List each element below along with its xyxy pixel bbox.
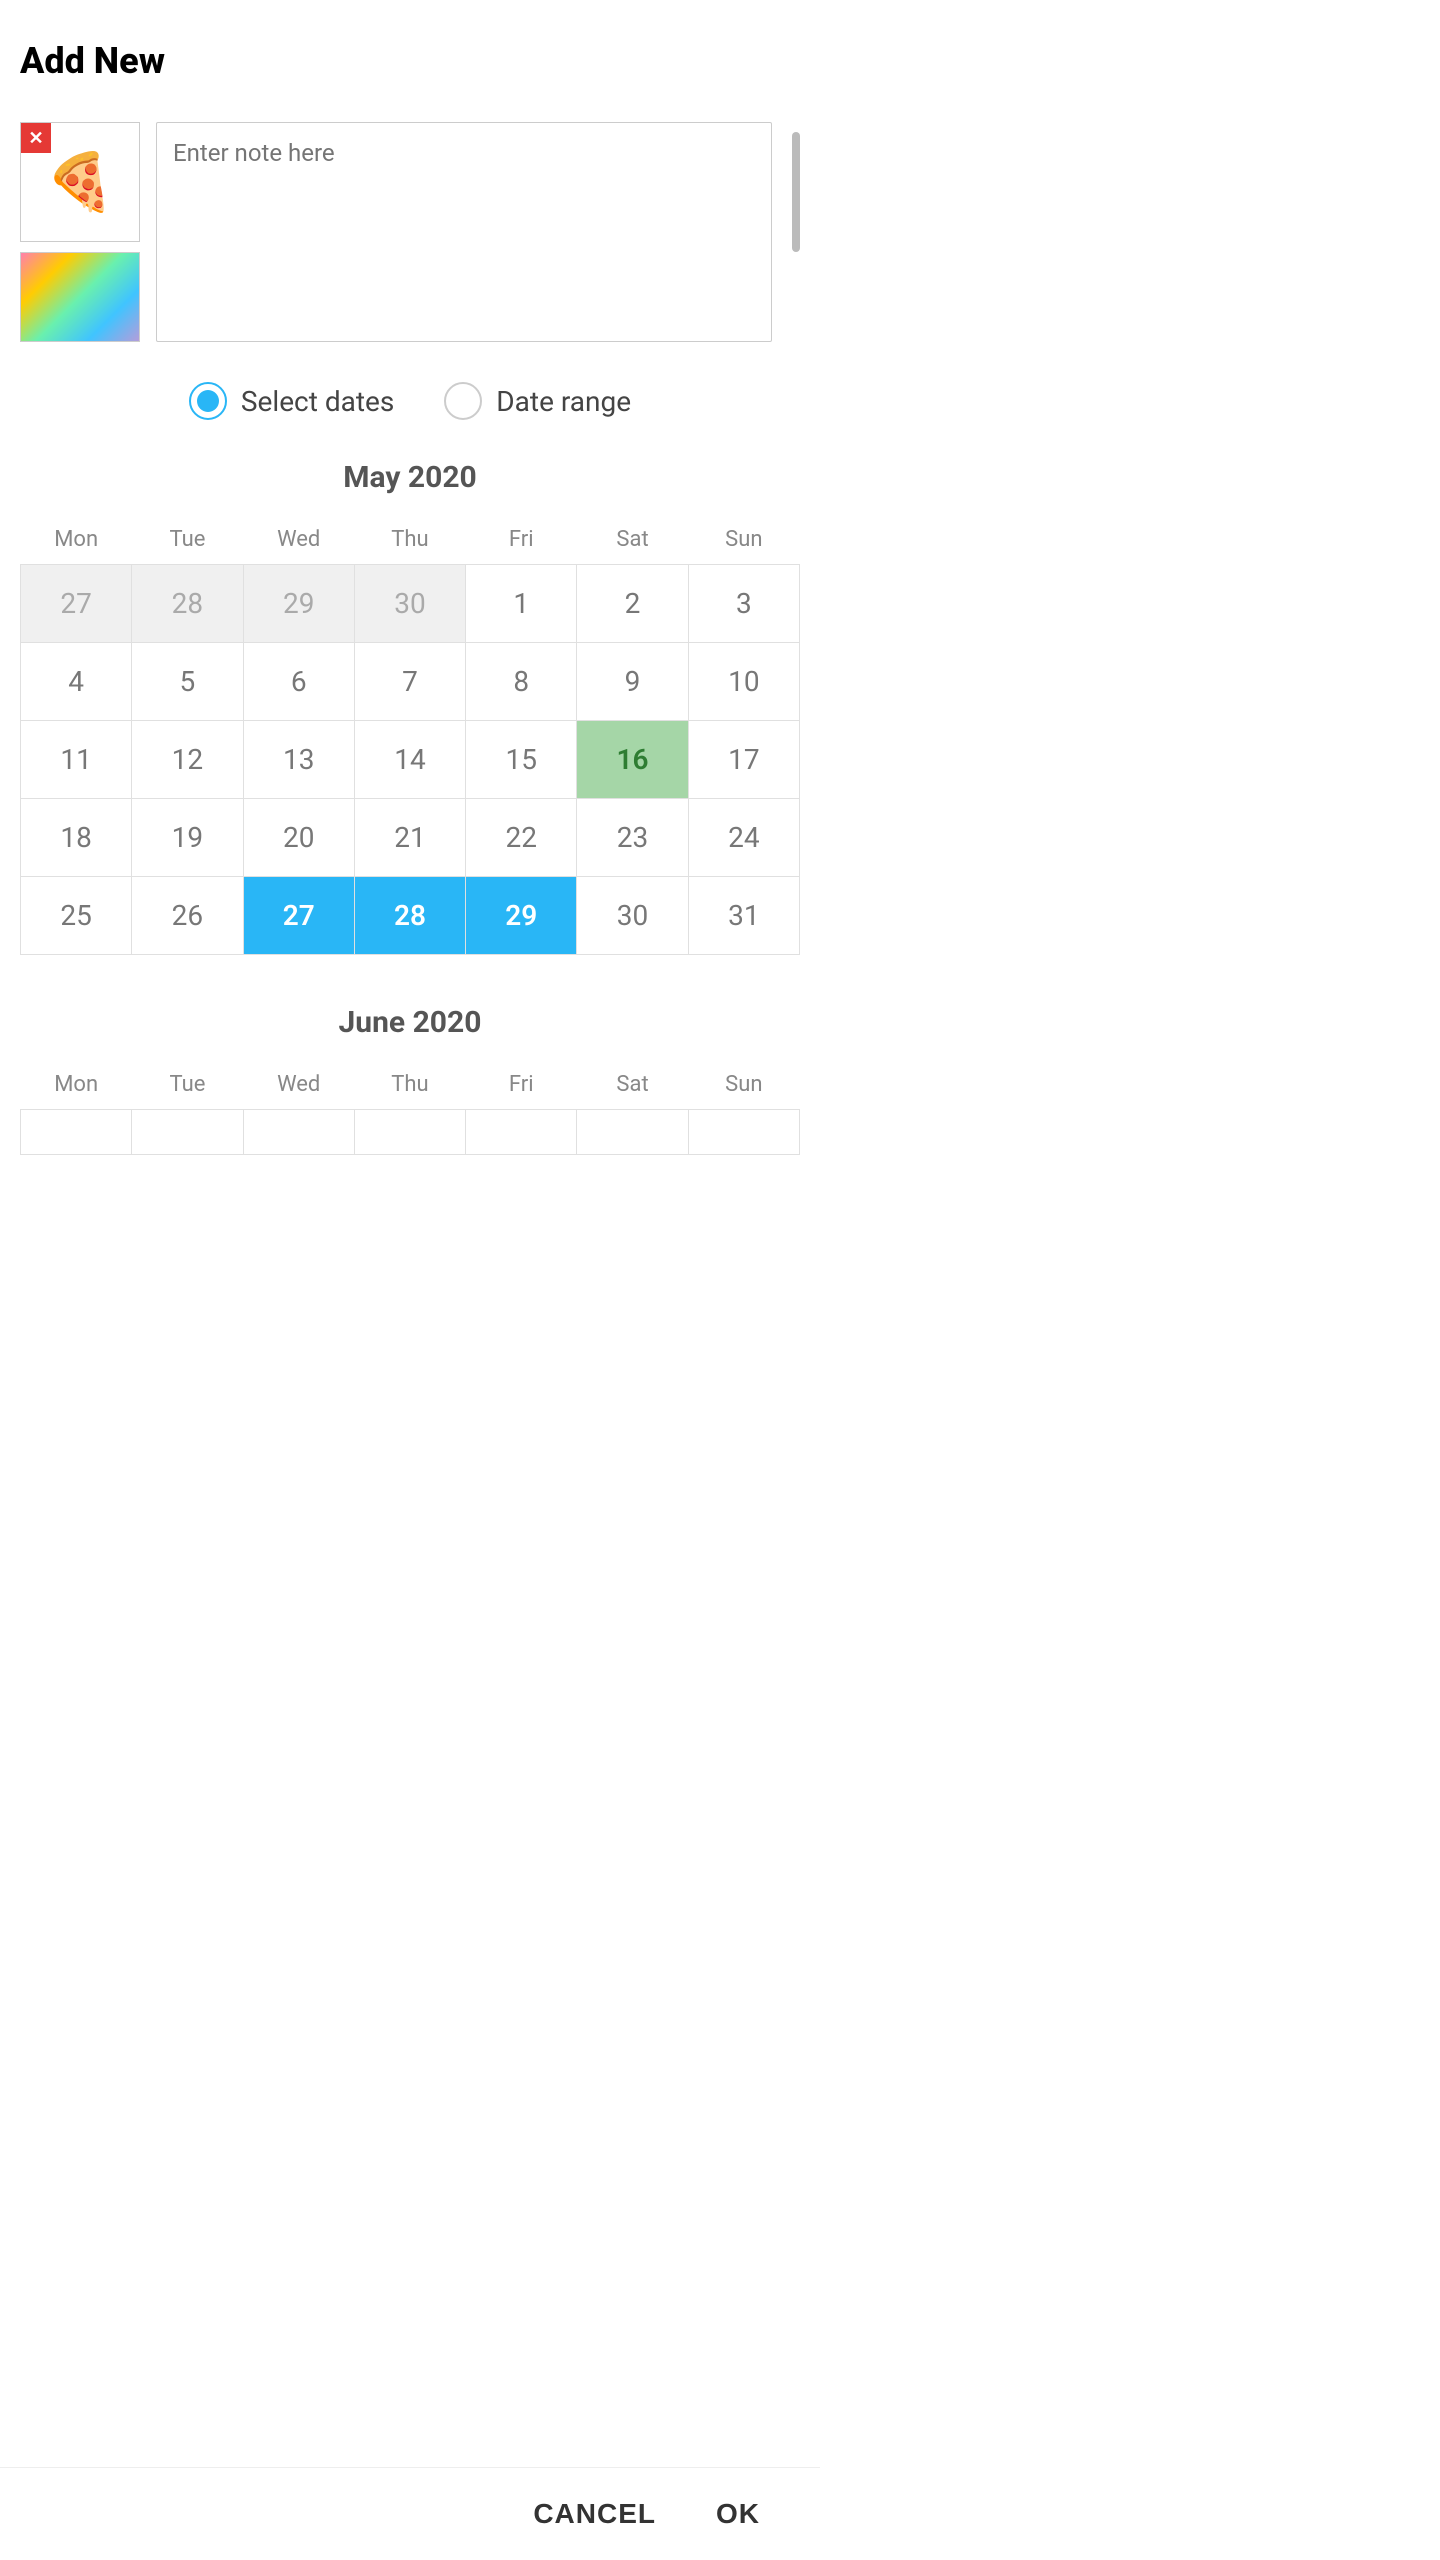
calendar-day-cell[interactable]: 12: [132, 721, 243, 799]
weekday-label: Tue: [132, 1060, 243, 1110]
color-swatch[interactable]: [20, 252, 140, 342]
june-cell[interactable]: [21, 1110, 132, 1155]
calendar-day-cell[interactable]: 29: [466, 877, 577, 955]
weekday-header-june: MonTueWedThuFriSatSun: [21, 1060, 800, 1110]
calendar-day-cell[interactable]: 10: [688, 643, 799, 721]
calendar-day-cell[interactable]: 6: [243, 643, 354, 721]
calendar-day-cell[interactable]: 5: [132, 643, 243, 721]
calendar-day-cell[interactable]: 13: [243, 721, 354, 799]
june-cell[interactable]: [132, 1110, 243, 1155]
calendar-day-cell[interactable]: 4: [21, 643, 132, 721]
weekday-label: Sat: [577, 1060, 688, 1110]
june-cell[interactable]: [688, 1110, 799, 1155]
image-thumbnail[interactable]: ✕ 🍕: [20, 122, 140, 242]
weekday-label: Thu: [354, 1060, 465, 1110]
calendar-day-cell[interactable]: 23: [577, 799, 688, 877]
calendar-day-cell[interactable]: 22: [466, 799, 577, 877]
calendar-day-cell[interactable]: 18: [21, 799, 132, 877]
calendar-day-cell[interactable]: 3: [688, 565, 799, 643]
date-range-label: Date range: [496, 385, 631, 418]
calendar-day-cell[interactable]: 2: [577, 565, 688, 643]
page-title: Add New: [20, 40, 800, 82]
calendar-week-row: 11121314151617: [21, 721, 800, 799]
june-cell[interactable]: [466, 1110, 577, 1155]
page-container: Add New ✕ 🍕 Select dates Date range May …: [0, 0, 820, 1375]
calendar-day-cell[interactable]: 30: [354, 565, 465, 643]
may-month-title: May 2020: [20, 460, 800, 495]
june-cell[interactable]: [243, 1110, 354, 1155]
calendar-day-cell[interactable]: 29: [243, 565, 354, 643]
calendar-day-cell[interactable]: 28: [354, 877, 465, 955]
weekday-label: Fri: [466, 515, 577, 565]
calendar-week-row: 27282930123: [21, 565, 800, 643]
weekday-header-may: MonTueWedThuFriSatSun: [21, 515, 800, 565]
select-dates-radio[interactable]: [189, 382, 227, 420]
calendar-day-cell[interactable]: 20: [243, 799, 354, 877]
calendar-day-cell[interactable]: 28: [132, 565, 243, 643]
remove-image-button[interactable]: ✕: [21, 123, 51, 153]
top-section: ✕ 🍕: [20, 122, 800, 342]
calendar-day-cell[interactable]: 26: [132, 877, 243, 955]
june-calendar-grid: MonTueWedThuFriSatSun: [20, 1060, 800, 1155]
weekday-label: Sun: [688, 1060, 799, 1110]
weekday-label: Sun: [688, 515, 799, 565]
scrollbar-thumb: [792, 132, 800, 252]
may-calendar-grid: MonTueWedThuFriSatSun 272829301234567891…: [20, 515, 800, 955]
calendar-day-cell[interactable]: 24: [688, 799, 799, 877]
date-range-radio[interactable]: [444, 382, 482, 420]
cancel-button[interactable]: CANCEL: [533, 2498, 656, 2530]
weekday-label: Tue: [132, 515, 243, 565]
calendar-day-cell[interactable]: 19: [132, 799, 243, 877]
calendar-day-cell[interactable]: 27: [21, 565, 132, 643]
calendar-day-cell[interactable]: 9: [577, 643, 688, 721]
calendar-day-cell[interactable]: 7: [354, 643, 465, 721]
calendar-day-cell[interactable]: 27: [243, 877, 354, 955]
weekday-label: Mon: [21, 515, 132, 565]
select-dates-option[interactable]: Select dates: [189, 382, 394, 420]
ok-button[interactable]: OK: [716, 2498, 760, 2530]
may-calendar: May 2020 MonTueWedThuFriSatSun 272829301…: [20, 460, 800, 955]
weekday-label: Fri: [466, 1060, 577, 1110]
calendar-day-cell[interactable]: 16: [577, 721, 688, 799]
calendar-week-row: 18192021222324: [21, 799, 800, 877]
june-cell[interactable]: [354, 1110, 465, 1155]
radio-section: Select dates Date range: [20, 382, 800, 420]
calendar-day-cell[interactable]: 11: [21, 721, 132, 799]
calendar-week-row: 45678910: [21, 643, 800, 721]
calendar-day-cell[interactable]: 14: [354, 721, 465, 799]
weekday-label: Sat: [577, 515, 688, 565]
june-calendar: June 2020 MonTueWedThuFriSatSun: [20, 1005, 800, 1155]
left-controls: ✕ 🍕: [20, 122, 140, 342]
calendar-day-cell[interactable]: 25: [21, 877, 132, 955]
weekday-label: Wed: [243, 515, 354, 565]
note-input[interactable]: [156, 122, 772, 342]
calendar-day-cell[interactable]: 31: [688, 877, 799, 955]
weekday-label: Mon: [21, 1060, 132, 1110]
calendar-day-cell[interactable]: 21: [354, 799, 465, 877]
date-range-option[interactable]: Date range: [444, 382, 631, 420]
calendar-week-row: 25262728293031: [21, 877, 800, 955]
calendar-day-cell[interactable]: 15: [466, 721, 577, 799]
june-cell[interactable]: [577, 1110, 688, 1155]
june-first-row: [21, 1110, 800, 1155]
bottom-buttons: CANCEL OK: [0, 2467, 820, 2560]
calendar-day-cell[interactable]: 30: [577, 877, 688, 955]
calendar-day-cell[interactable]: 17: [688, 721, 799, 799]
calendar-day-cell[interactable]: 8: [466, 643, 577, 721]
radio-inner-dot: [197, 390, 219, 412]
calendar-day-cell[interactable]: 1: [466, 565, 577, 643]
weekday-label: Thu: [354, 515, 465, 565]
june-month-title: June 2020: [20, 1005, 800, 1040]
weekday-label: Wed: [243, 1060, 354, 1110]
select-dates-label: Select dates: [241, 385, 394, 418]
